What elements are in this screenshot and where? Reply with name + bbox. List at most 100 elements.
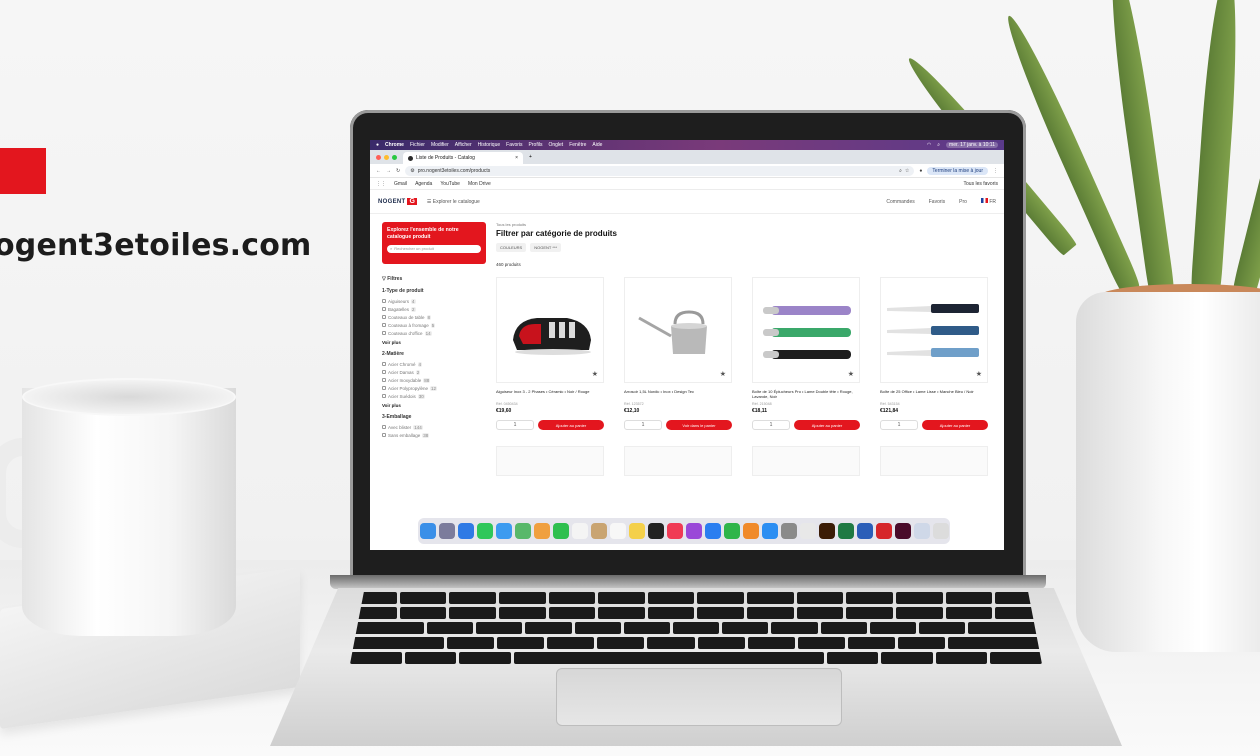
numbers-icon[interactable] bbox=[723, 523, 740, 539]
filter-option[interactable]: Acier Inoxydable 88 bbox=[382, 376, 486, 384]
filter-option[interactable]: Acier Damas 2 bbox=[382, 368, 486, 376]
filter-option[interactable]: Aiguiseurs 4 bbox=[382, 297, 486, 305]
filter-group-title[interactable]: 3-Emballage bbox=[382, 414, 486, 420]
menu-item[interactable]: Fichier bbox=[410, 142, 425, 148]
browser-tab[interactable]: Liste de Produits - Catalog × bbox=[403, 152, 523, 164]
profile-avatar[interactable]: ● bbox=[919, 168, 922, 174]
product-card-partial[interactable] bbox=[496, 446, 604, 476]
messages-icon[interactable] bbox=[476, 523, 493, 539]
podcasts-icon[interactable] bbox=[685, 523, 702, 539]
bookmark-drive[interactable]: Mon Drive bbox=[468, 181, 491, 187]
search-icon[interactable]: ⌕ bbox=[937, 142, 940, 148]
see-more-link[interactable]: Voir plus bbox=[382, 403, 486, 408]
pages-icon[interactable] bbox=[742, 523, 759, 539]
filter-option[interactable]: Bagatelles 2 bbox=[382, 305, 486, 313]
apps-icon[interactable]: ⋮⋮ bbox=[376, 181, 386, 187]
bookmark-agenda[interactable]: Agenda bbox=[415, 181, 432, 187]
bookmark-youtube[interactable]: YouTube bbox=[440, 181, 460, 187]
calendar-icon[interactable] bbox=[571, 523, 588, 539]
close-window-button[interactable] bbox=[376, 154, 381, 160]
menu-item[interactable]: Afficher bbox=[455, 142, 472, 148]
favorite-star-icon[interactable]: ★ bbox=[976, 370, 982, 378]
product-card[interactable]: ★ Boîte de 10 Éplucheurs Pro • Lame Doub… bbox=[752, 277, 860, 430]
filter-option[interactable]: Couteaux à fromage 5 bbox=[382, 321, 486, 329]
checkbox[interactable] bbox=[382, 315, 386, 319]
favorite-star-icon[interactable]: ★ bbox=[720, 370, 726, 378]
acrobat-icon[interactable] bbox=[875, 523, 892, 539]
menu-item[interactable]: Fenêtre bbox=[569, 142, 586, 148]
menu-item[interactable]: Modifier bbox=[431, 142, 449, 148]
checkbox[interactable] bbox=[382, 299, 386, 303]
quantity-stepper[interactable]: 1 bbox=[624, 420, 662, 430]
product-card-partial[interactable] bbox=[880, 446, 988, 476]
add-to-cart-button[interactable]: Ajouter au panier bbox=[538, 420, 604, 430]
quantity-stepper[interactable]: 1 bbox=[496, 420, 534, 430]
product-search-input[interactable]: ⌕ Rechercher un produit bbox=[387, 244, 481, 253]
checkbox[interactable] bbox=[382, 433, 386, 437]
product-card[interactable]: ★ Aiguiseur Inox 3 - 2 Phases • Céramic … bbox=[496, 277, 604, 430]
mail-icon[interactable] bbox=[495, 523, 512, 539]
apple-icon[interactable]: ● bbox=[376, 142, 379, 148]
quantity-stepper[interactable]: 1 bbox=[880, 420, 918, 430]
filter-option[interactable]: Acier Polypropylène 12 bbox=[382, 384, 486, 392]
site-logo[interactable]: NOGENT G bbox=[378, 198, 417, 205]
tv-icon[interactable] bbox=[647, 523, 664, 539]
launchpad-icon[interactable] bbox=[438, 523, 455, 539]
checkbox[interactable] bbox=[382, 307, 386, 311]
excel-icon[interactable] bbox=[837, 523, 854, 539]
facetime-icon[interactable] bbox=[552, 523, 569, 539]
product-image[interactable]: ★ bbox=[752, 277, 860, 383]
favorites-link[interactable]: Favoris bbox=[929, 199, 945, 205]
menu-item[interactable]: Onglet bbox=[548, 142, 563, 148]
safari-icon[interactable] bbox=[457, 523, 474, 539]
all-bookmarks-link[interactable]: Tous les favoris bbox=[964, 181, 998, 187]
checkbox[interactable] bbox=[382, 378, 386, 382]
music-icon[interactable] bbox=[666, 523, 683, 539]
reload-icon[interactable]: ↻ bbox=[396, 168, 400, 174]
product-name[interactable]: Arrosoir 1,5L Nordic • Inox • Design Tec bbox=[624, 389, 732, 400]
product-name[interactable]: Aiguiseur Inox 3 - 2 Phases • Céramic • … bbox=[496, 389, 604, 400]
orders-link[interactable]: Commandes bbox=[886, 199, 914, 205]
checkbox[interactable] bbox=[382, 331, 386, 335]
menu-clock[interactable]: mer. 17 janv. à 10:11 bbox=[946, 142, 998, 148]
product-name[interactable]: Boîte de 10 Éplucheurs Pro • Lame Double… bbox=[752, 389, 860, 400]
checkbox[interactable] bbox=[382, 323, 386, 327]
indesign-icon[interactable] bbox=[894, 523, 911, 539]
checkbox[interactable] bbox=[382, 370, 386, 374]
menu-item[interactable]: Chrome bbox=[385, 142, 404, 148]
notes-icon[interactable] bbox=[628, 523, 645, 539]
minimize-window-button[interactable] bbox=[384, 154, 389, 160]
see-more-link[interactable]: Voir plus bbox=[382, 340, 486, 345]
trash-icon[interactable] bbox=[932, 523, 949, 539]
product-card[interactable]: ★ Arrosoir 1,5L Nordic • Inox • Design T… bbox=[624, 277, 732, 430]
product-name[interactable]: Boîte de 25 Office • Lame Lisse • Manche… bbox=[880, 389, 988, 400]
contacts-icon[interactable] bbox=[590, 523, 607, 539]
quantity-stepper[interactable]: 1 bbox=[752, 420, 790, 430]
checkbox[interactable] bbox=[382, 362, 386, 366]
settings-icon[interactable] bbox=[780, 523, 797, 539]
favorite-star-icon[interactable]: ★ bbox=[848, 370, 854, 378]
category-chip[interactable]: COULEURS bbox=[496, 243, 527, 252]
zoom-icon[interactable]: ⌕ bbox=[899, 168, 902, 174]
keynote-icon[interactable] bbox=[704, 523, 721, 539]
breadcrumb[interactable]: Tous les produits bbox=[496, 222, 996, 227]
illustrator-icon[interactable] bbox=[818, 523, 835, 539]
menu-item[interactable]: Aide bbox=[592, 142, 602, 148]
downloads-icon[interactable] bbox=[913, 523, 930, 539]
product-card-partial[interactable] bbox=[624, 446, 732, 476]
back-icon[interactable]: ← bbox=[376, 168, 381, 174]
menu-item[interactable]: Profils bbox=[529, 142, 543, 148]
account-link[interactable]: Pro bbox=[959, 199, 967, 205]
filter-option[interactable]: Couteaux d'office 14 bbox=[382, 329, 486, 337]
filter-option[interactable]: Couteaux de table 8 bbox=[382, 313, 486, 321]
checkbox[interactable] bbox=[382, 394, 386, 398]
zoom-window-button[interactable] bbox=[392, 154, 397, 160]
filter-group-title[interactable]: 2-Matière bbox=[382, 351, 486, 357]
favorite-star-icon[interactable]: ★ bbox=[592, 370, 598, 378]
forward-icon[interactable]: → bbox=[386, 168, 391, 174]
close-tab-icon[interactable]: × bbox=[515, 155, 518, 161]
chrome-icon[interactable] bbox=[799, 523, 816, 539]
view-cart-button[interactable]: Voir dans le panier bbox=[666, 420, 732, 430]
product-card-partial[interactable] bbox=[752, 446, 860, 476]
update-button[interactable]: Terminer la mise à jour bbox=[927, 166, 988, 175]
